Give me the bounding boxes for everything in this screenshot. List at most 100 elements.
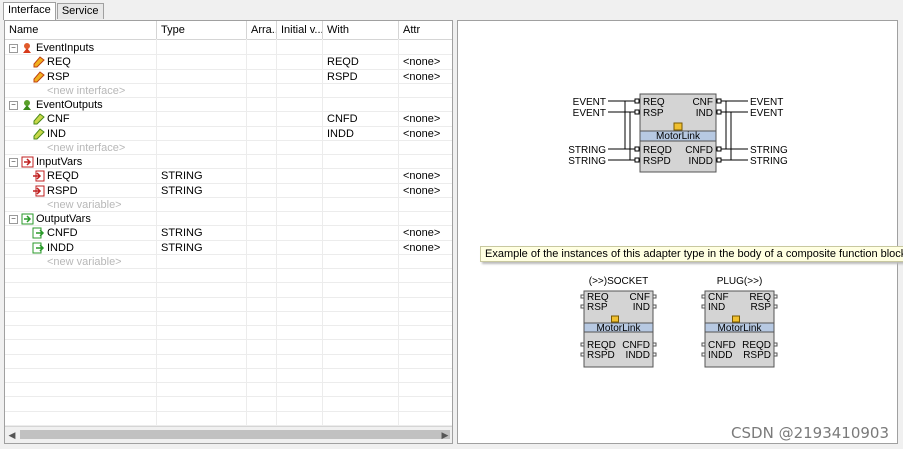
table-row[interactable]: REQD STRING <none> — [5, 169, 452, 183]
cell-array[interactable] — [247, 184, 277, 198]
cell-name[interactable]: CNFD — [43, 226, 153, 240]
pin-marker — [716, 146, 722, 152]
var-type-label: STRING — [568, 156, 606, 167]
table-row[interactable]: REQ REQD <none> — [5, 55, 452, 69]
cell-type[interactable]: STRING — [157, 241, 247, 255]
cell-initial[interactable] — [277, 127, 323, 141]
table-row[interactable]: CNFD STRING <none> — [5, 226, 452, 240]
new-entry-row[interactable]: <new variable> — [5, 255, 452, 269]
tab-interface[interactable]: Interface — [3, 2, 56, 20]
table-row[interactable]: RSP RSPD <none> — [5, 70, 452, 84]
socket-title: (>>)SOCKET — [589, 276, 648, 287]
cell-type[interactable]: STRING — [157, 169, 247, 183]
cell-with[interactable]: REQD — [323, 55, 399, 69]
cell-attr[interactable]: <none> — [399, 112, 452, 126]
new-entry-row[interactable]: <new interface> — [5, 84, 452, 98]
cell-initial[interactable] — [277, 55, 323, 69]
row-divider — [5, 396, 452, 398]
cell-attr[interactable]: <none> — [399, 70, 452, 84]
cell-with[interactable]: RSPD — [323, 70, 399, 84]
collapse-icon[interactable]: − — [9, 101, 18, 110]
group-row-eventoutputs[interactable]: − EventOutputs — [5, 98, 452, 112]
event-input-pin: REQ — [643, 97, 665, 108]
group-row-outputvars[interactable]: − OutputVars — [5, 212, 452, 226]
collapse-icon[interactable]: − — [9, 44, 18, 53]
collapse-icon[interactable]: − — [9, 158, 18, 167]
cell-array[interactable] — [247, 241, 277, 255]
table-row[interactable]: RSPD STRING <none> — [5, 184, 452, 198]
pin-marker — [773, 304, 778, 309]
cell-name[interactable]: IND — [43, 127, 153, 141]
cell-array[interactable] — [247, 55, 277, 69]
var-type-label: STRING — [750, 145, 788, 156]
new-entry-placeholder[interactable]: <new interface> — [43, 84, 153, 98]
column-header-initial[interactable]: Initial v... — [277, 21, 323, 39]
cell-name[interactable]: CNF — [43, 112, 153, 126]
event-output-pin: CNF — [692, 97, 713, 108]
cell-initial[interactable] — [277, 169, 323, 183]
cell-with[interactable] — [323, 184, 399, 198]
cell-array[interactable] — [247, 226, 277, 240]
new-entry-row[interactable]: <new interface> — [5, 141, 452, 155]
cell-type[interactable] — [157, 127, 247, 141]
event-type-label: EVENT — [573, 108, 606, 119]
row-divider — [5, 382, 452, 383]
cell-array[interactable] — [247, 169, 277, 183]
cell-initial[interactable] — [277, 226, 323, 240]
column-header-attr[interactable]: Attr — [399, 21, 452, 39]
socket-var-pin: INDD — [626, 350, 650, 361]
tab-service[interactable]: Service — [56, 3, 104, 19]
cell-attr[interactable]: <none> — [399, 184, 452, 198]
cell-type[interactable]: STRING — [157, 184, 247, 198]
cell-attr[interactable]: <none> — [399, 127, 452, 141]
group-label: EventOutputs — [36, 99, 103, 111]
table-row[interactable]: INDD STRING <none> — [5, 241, 452, 255]
cell-with[interactable]: INDD — [323, 127, 399, 141]
cell-initial[interactable] — [277, 70, 323, 84]
cell-attr[interactable]: <none> — [399, 55, 452, 69]
cell-type[interactable] — [157, 112, 247, 126]
column-header-type[interactable]: Type — [157, 21, 247, 39]
cell-name[interactable]: INDD — [43, 241, 153, 255]
new-entry-placeholder[interactable]: <new interface> — [43, 141, 153, 155]
plug-icon — [732, 315, 740, 323]
watermark: CSDN @2193410903 — [731, 424, 889, 442]
table-row[interactable]: CNF CNFD <none> — [5, 112, 452, 126]
column-header-array[interactable]: Arra... — [247, 21, 277, 39]
cell-attr[interactable]: <none> — [399, 226, 452, 240]
group-row-inputvars[interactable]: − InputVars — [5, 155, 452, 169]
column-header-name[interactable]: Name — [5, 21, 157, 39]
cell-initial[interactable] — [277, 184, 323, 198]
pin-marker — [634, 98, 640, 104]
cell-initial[interactable] — [277, 112, 323, 126]
cell-array[interactable] — [247, 112, 277, 126]
cell-type[interactable]: STRING — [157, 226, 247, 240]
event-input-pin: RSP — [643, 108, 664, 119]
cell-initial[interactable] — [277, 241, 323, 255]
cell-with[interactable] — [323, 241, 399, 255]
horizontal-scrollbar[interactable]: ◀ ▶ — [5, 426, 452, 443]
new-entry-placeholder[interactable]: <new variable> — [43, 255, 153, 269]
new-entry-row[interactable]: <new variable> — [5, 198, 452, 212]
cell-type[interactable] — [157, 70, 247, 84]
collapse-icon[interactable]: − — [9, 215, 18, 224]
cell-name[interactable]: RSP — [43, 70, 153, 84]
cell-name[interactable]: REQD — [43, 169, 153, 183]
scroll-right-icon[interactable]: ▶ — [440, 429, 450, 441]
group-row-eventinputs[interactable]: − EventInputs — [5, 41, 452, 55]
cell-name[interactable]: REQ — [43, 55, 153, 69]
cell-array[interactable] — [247, 70, 277, 84]
cell-with[interactable] — [323, 226, 399, 240]
cell-attr[interactable]: <none> — [399, 241, 452, 255]
cell-with[interactable] — [323, 169, 399, 183]
cell-attr[interactable]: <none> — [399, 169, 452, 183]
scrollbar-thumb[interactable] — [20, 430, 450, 439]
cell-type[interactable] — [157, 55, 247, 69]
table-row[interactable]: IND INDD <none> — [5, 127, 452, 141]
column-header-with[interactable]: With — [323, 21, 399, 39]
cell-name[interactable]: RSPD — [43, 184, 153, 198]
cell-array[interactable] — [247, 127, 277, 141]
new-entry-placeholder[interactable]: <new variable> — [43, 198, 153, 212]
scroll-left-icon[interactable]: ◀ — [7, 429, 17, 441]
cell-with[interactable]: CNFD — [323, 112, 399, 126]
